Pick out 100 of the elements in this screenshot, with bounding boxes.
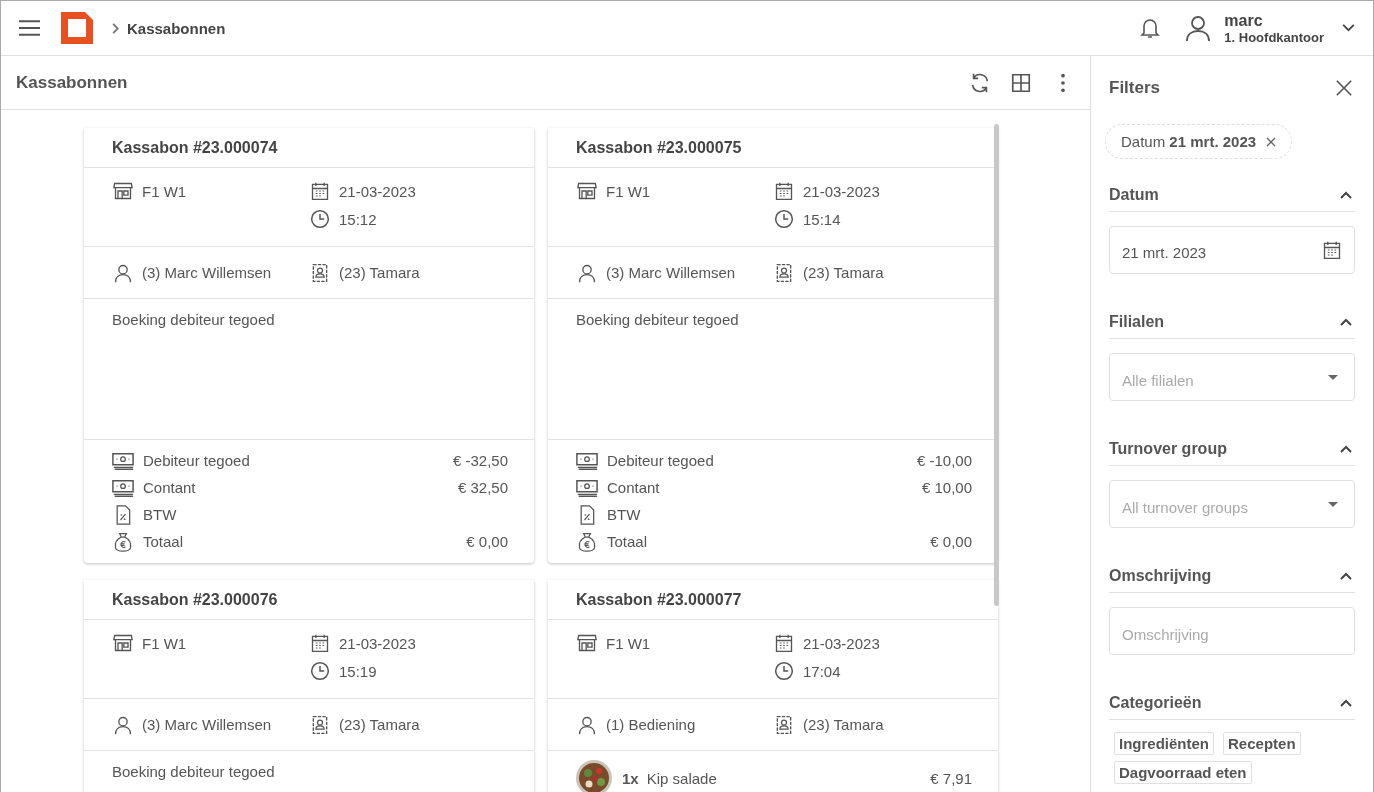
calendar-icon <box>309 181 331 201</box>
person-icon <box>576 714 598 735</box>
dropdown-arrow-icon[interactable] <box>1328 374 1338 380</box>
section-title[interactable]: Datum <box>1109 186 1159 204</box>
location-text: F1 W1 <box>606 634 651 652</box>
money-bag-icon <box>576 531 598 552</box>
chevron-up-icon[interactable] <box>1340 572 1352 580</box>
payment-label: BTW <box>607 506 642 523</box>
calendar-icon <box>773 633 795 653</box>
receipt-title: Kassabon #23.000075 <box>576 138 742 157</box>
chevron-up-icon[interactable] <box>1340 318 1352 326</box>
date-field[interactable]: 21 mrt. 2023 <box>1109 226 1355 274</box>
store-icon <box>112 181 134 201</box>
section-title[interactable]: Filialen <box>1109 313 1165 331</box>
user-name[interactable]: marc <box>1224 11 1324 30</box>
more-icon[interactable] <box>1060 71 1066 94</box>
banknote-icon <box>112 450 134 471</box>
payment-label: BTW <box>143 506 178 523</box>
time-text: 15:19 <box>339 662 377 680</box>
date-text: 21-03-2023 <box>803 182 880 200</box>
clock-icon <box>309 209 331 229</box>
location-text: F1 W1 <box>142 634 187 652</box>
scrollbar[interactable] <box>994 124 999 606</box>
calendar-icon[interactable] <box>1322 240 1342 260</box>
user-icon[interactable] <box>1186 15 1211 41</box>
close-icon[interactable] <box>1335 79 1353 97</box>
customer-name: (23) Tamara <box>339 264 420 281</box>
breadcrumb[interactable]: Kassabonnen <box>127 19 226 37</box>
logo[interactable] <box>61 12 93 44</box>
payment-amount: € 32,50 <box>457 479 508 496</box>
store-icon <box>112 633 134 653</box>
time-text: 15:12 <box>339 210 377 228</box>
location-text: F1 W1 <box>606 182 651 200</box>
dropdown-arrow-icon[interactable] <box>1328 501 1338 507</box>
receipt-card[interactable]: Kassabon #23.000077 F1 W1 21-03-2023 17:04 (1) Bediening (23) Tamara 1x Kip salade € 7,91 <box>548 580 998 792</box>
receipt-title: Kassabon #23.000076 <box>112 590 278 609</box>
refresh-icon[interactable] <box>969 71 991 94</box>
description-text: Boeking debiteur tegoed <box>112 763 275 780</box>
clock-icon <box>773 661 795 681</box>
store-icon <box>576 181 598 201</box>
person-icon <box>112 714 134 735</box>
time-text: 17:04 <box>803 662 841 680</box>
customer-name: (23) Tamara <box>803 716 884 733</box>
receipt-title: Kassabon #23.000074 <box>112 138 278 157</box>
section-title[interactable]: Omschrijving <box>1109 567 1212 585</box>
filters-title: Filters <box>1109 78 1161 98</box>
category-chip[interactable]: Recepten <box>1223 732 1301 755</box>
item-quantity: 1x <box>622 769 639 787</box>
payment-label: Debiteur tegoed <box>143 452 251 469</box>
calendar-icon <box>773 181 795 201</box>
payment-amount: € 0,00 <box>466 533 508 550</box>
description-text: Boeking debiteur tegoed <box>112 311 275 328</box>
user-location[interactable]: 1. Hoofdkantoor <box>1224 29 1324 45</box>
employee-name: (3) Marc Willemsen <box>142 264 272 281</box>
menu-icon[interactable] <box>19 20 40 36</box>
date-text: 21-03-2023 <box>339 634 416 652</box>
chevron-right-icon <box>111 22 119 34</box>
receipt-card[interactable]: Kassabon #23.000076 F1 W1 21-03-2023 15:19 (3) Marc Willemsen (23) Tamara Boeking debiteur tegoed <box>84 580 534 792</box>
chevron-up-icon[interactable] <box>1340 445 1352 453</box>
item-name: Kip salade <box>646 769 717 787</box>
time-text: 15:14 <box>803 210 841 228</box>
payment-label: Contant <box>607 479 661 496</box>
description-text: Boeking debiteur tegoed <box>576 311 739 328</box>
payment-amount: € -10,00 <box>916 452 972 469</box>
calendar-icon <box>309 633 331 653</box>
clock-icon <box>309 661 331 681</box>
person-icon <box>112 262 134 283</box>
grid-icon[interactable] <box>1010 71 1032 94</box>
item-price: € 7,91 <box>930 769 972 787</box>
date-text: 21-03-2023 <box>803 634 880 652</box>
employee-name: (3) Marc Willemsen <box>142 716 272 733</box>
payment-amount: € 0,00 <box>930 533 972 550</box>
person-icon <box>576 262 598 283</box>
close-icon[interactable] <box>1266 136 1277 147</box>
page-title: Kassabonnen <box>16 72 128 93</box>
customer-name: (23) Tamara <box>339 716 420 733</box>
location-text: F1 W1 <box>142 182 187 200</box>
section-title[interactable]: Turnover group <box>1109 440 1227 458</box>
chevron-up-icon[interactable] <box>1340 699 1352 707</box>
money-bag-icon <box>112 531 134 552</box>
section-title[interactable]: Categorieën <box>1109 694 1202 712</box>
payment-label: Contant <box>143 479 197 496</box>
caret-icon[interactable] <box>1342 24 1355 32</box>
input-field[interactable]: Omschrijving <box>1109 607 1355 655</box>
banknote-icon <box>576 450 598 471</box>
chevron-up-icon[interactable] <box>1340 191 1352 199</box>
payment-label: Totaal <box>607 533 649 550</box>
banknote-icon <box>576 477 598 498</box>
customer-name: (23) Tamara <box>803 264 884 281</box>
store-icon <box>576 633 598 653</box>
receipt-card[interactable]: Kassabon #23.000074 F1 W1 21-03-2023 15:12 (3) Marc Willemsen (23) Tamara Boeking debiteur tegoed Debiteur tegoed € -32,50 Contant € 32,50 BTW Totaal € 0,00 <box>84 128 534 563</box>
payment-label: Debiteur tegoed <box>607 452 715 469</box>
clock-icon <box>773 209 795 229</box>
category-chip[interactable]: Ingrediënten <box>1114 732 1214 755</box>
payment-label: Totaal <box>143 533 185 550</box>
employee-name: (3) Marc Willemsen <box>606 264 736 281</box>
bell-icon[interactable] <box>1140 17 1161 39</box>
receipt-title: Kassabon #23.000077 <box>576 590 742 609</box>
category-chip[interactable]: Dagvoorraad eten <box>1114 761 1252 784</box>
payment-amount: € 10,00 <box>921 479 972 496</box>
